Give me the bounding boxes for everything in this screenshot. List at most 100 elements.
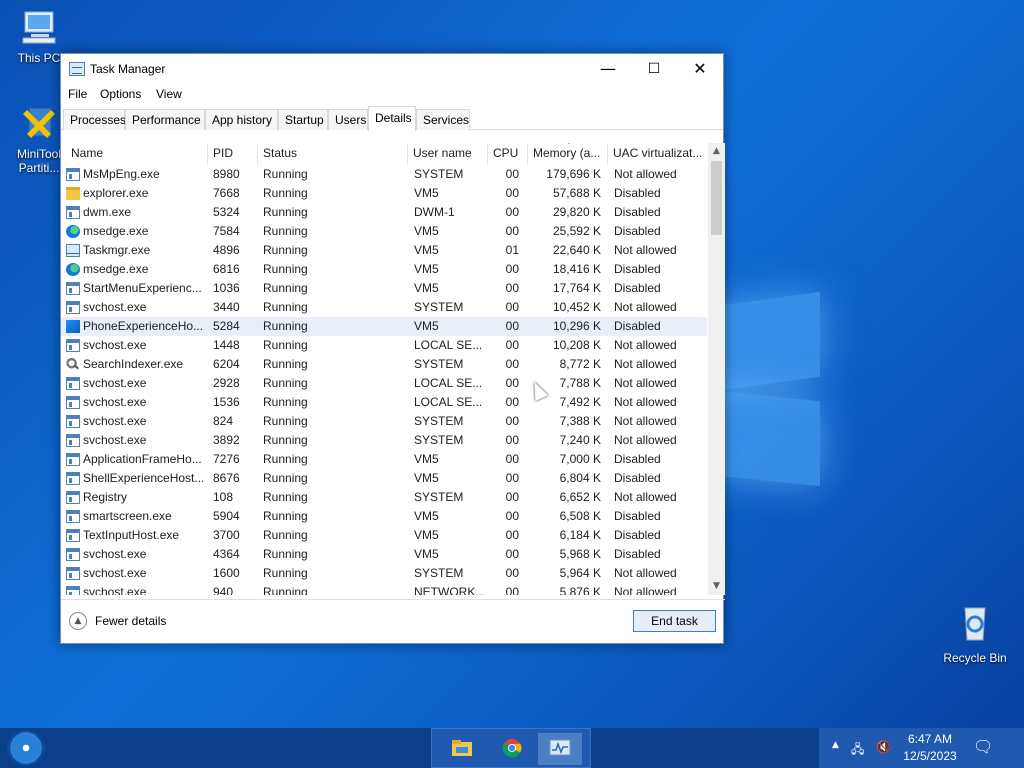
minimize-button[interactable]: — <box>585 54 631 84</box>
table-row[interactable]: svchost.exe 940 Running NETWORK... 00 5,876 K… <box>61 583 707 595</box>
process-pid: 6816 <box>213 262 240 276</box>
process-status: Running <box>263 528 308 542</box>
process-cpu: 00 <box>505 566 519 580</box>
fewer-details-link[interactable]: Fewer details <box>95 614 166 628</box>
table-row[interactable]: TextInputHost.exe 3700 Running VM5 00 6,184 K… <box>61 526 707 545</box>
process-memory: 57,688 K <box>552 186 601 200</box>
table-row[interactable]: StartMenuExperienc... 1036 Running VM5 00 17,… <box>61 279 707 298</box>
chevron-up-icon[interactable]: ▲ <box>69 612 87 630</box>
tab-app-history[interactable]: App history <box>205 109 278 130</box>
table-row[interactable]: ShellExperienceHost... 8676 Running VM5 00 6,… <box>61 469 707 488</box>
scroll-up-icon[interactable]: ▲ <box>708 143 725 160</box>
close-button[interactable]: ✕ <box>677 54 723 84</box>
column-header-name[interactable]: Name <box>66 143 208 165</box>
table-row[interactable]: Registry 108 Running SYSTEM 00 6,652 K Not all… <box>61 488 707 507</box>
app-icon <box>66 567 80 580</box>
menu-view[interactable]: View <box>156 87 182 101</box>
table-row[interactable]: svchost.exe 1600 Running SYSTEM 00 5,964 K Not… <box>61 564 707 583</box>
app-icon <box>66 472 80 485</box>
show-hidden-icons-icon[interactable]: ▲ <box>832 740 839 750</box>
maximize-button[interactable]: ☐ <box>631 54 677 84</box>
taskbar-app-group <box>431 728 591 768</box>
scroll-down-icon[interactable]: ▼ <box>708 578 725 595</box>
process-cpu: 00 <box>505 224 519 238</box>
table-row[interactable]: svchost.exe 4364 Running VM5 00 5,968 K Disabl… <box>61 545 707 564</box>
table-row[interactable]: svchost.exe 1448 Running LOCAL SE... 00 10,20… <box>61 336 707 355</box>
process-user: VM5 <box>414 224 439 238</box>
computer-icon <box>22 11 56 44</box>
desktop-icon-recycle-bin[interactable]: Recycle Bin <box>940 602 1010 665</box>
table-row[interactable]: svchost.exe 3892 Running SYSTEM 00 7,240 K Not… <box>61 431 707 450</box>
table-row[interactable]: svchost.exe 824 Running SYSTEM 00 7,388 K Not … <box>61 412 707 431</box>
app-icon <box>66 339 80 352</box>
network-icon[interactable]: 🖧 <box>851 740 864 761</box>
table-row[interactable]: dwm.exe 5324 Running DWM-1 00 29,820 K Disable… <box>61 203 707 222</box>
process-memory: 179,696 K <box>546 167 601 181</box>
taskbar-task-manager[interactable] <box>538 733 582 765</box>
process-pid: 7584 <box>213 224 240 238</box>
taskbar-file-explorer[interactable] <box>440 733 484 765</box>
app-icon <box>66 510 80 523</box>
process-cpu: 00 <box>505 585 519 595</box>
process-name: Registry <box>83 490 128 504</box>
tab-processes[interactable]: Processes <box>63 109 126 130</box>
table-row[interactable]: msedge.exe 6816 Running VM5 00 18,416 K Disabl… <box>61 260 707 279</box>
tab-strip: Processes Performance App history Startu… <box>61 106 723 131</box>
process-status: Running <box>263 319 308 333</box>
vertical-scrollbar[interactable]: ▲ ▼ <box>708 143 725 595</box>
process-uac: Disabled <box>614 224 661 238</box>
table-row[interactable]: ApplicationFrameHo... 7276 Running VM5 00 7,0… <box>61 450 707 469</box>
column-header-user-name[interactable]: User name <box>408 143 488 165</box>
process-memory: 6,508 K <box>559 509 601 523</box>
process-name: PhoneExperienceHo... <box>83 319 203 333</box>
column-header-memory[interactable]: Memory (a... <box>528 143 608 165</box>
process-user: SYSTEM <box>414 433 464 447</box>
tab-users[interactable]: Users <box>328 109 368 130</box>
tab-services[interactable]: Services <box>416 109 470 130</box>
table-row[interactable]: svchost.exe 1536 Running LOCAL SE... 00 7,492… <box>61 393 707 412</box>
scrollbar-thumb[interactable] <box>711 161 722 235</box>
process-cpu: 00 <box>505 490 519 504</box>
tab-performance[interactable]: Performance <box>125 109 205 130</box>
footer-bar: ▲ Fewer details End task <box>61 599 725 644</box>
tab-details[interactable]: Details <box>368 106 416 131</box>
table-row[interactable]: explorer.exe 7668 Running VM5 00 57,688 K Disa… <box>61 184 707 203</box>
menu-options[interactable]: Options <box>100 87 141 101</box>
taskbar-chrome[interactable] <box>490 733 534 765</box>
process-uac: Not allowed <box>614 300 677 314</box>
process-memory: 8,772 K <box>559 357 601 371</box>
process-name: svchost.exe <box>83 433 147 447</box>
column-header-cpu[interactable]: CPU <box>488 143 528 165</box>
process-pid: 3700 <box>213 528 240 542</box>
process-memory: 6,804 K <box>559 471 601 485</box>
process-list: MsMpEng.exe 8980 Running SYSTEM 00 179,696 K N… <box>61 165 707 595</box>
table-row[interactable]: svchost.exe 3440 Running SYSTEM 00 10,452 K No… <box>61 298 707 317</box>
menu-file[interactable]: File <box>68 87 87 101</box>
process-uac: Not allowed <box>614 357 677 371</box>
tray-time[interactable]: 6:47 AM <box>906 732 954 746</box>
column-header-uac-virtualization[interactable]: UAC virtualizat... <box>608 143 707 165</box>
process-uac: Disabled <box>614 509 661 523</box>
tray-date[interactable]: 12/5/2023 <box>899 749 961 763</box>
table-row[interactable]: smartscreen.exe 5904 Running VM5 00 6,508 K Di… <box>61 507 707 526</box>
process-pid: 1536 <box>213 395 240 409</box>
table-row[interactable]: msedge.exe 7584 Running VM5 00 25,592 K Disabl… <box>61 222 707 241</box>
tab-startup[interactable]: Startup <box>278 109 328 130</box>
table-row[interactable]: SearchIndexer.exe 6204 Running SYSTEM 00 8,77… <box>61 355 707 374</box>
process-name: svchost.exe <box>83 414 147 428</box>
process-pid: 8676 <box>213 471 240 485</box>
column-header-status[interactable]: Status <box>258 143 408 165</box>
start-button[interactable] <box>7 730 45 766</box>
table-row[interactable]: svchost.exe 2928 Running LOCAL SE... 00 7,788… <box>61 374 707 393</box>
column-header-pid[interactable]: PID <box>208 143 258 165</box>
table-row[interactable]: MsMpEng.exe 8980 Running SYSTEM 00 179,696 K N… <box>61 165 707 184</box>
table-row[interactable]: Taskmgr.exe 4896 Running VM5 01 22,640 K Not a… <box>61 241 707 260</box>
notifications-icon[interactable]: 🗨 <box>973 737 993 756</box>
process-status: Running <box>263 566 308 580</box>
details-table: ⌄ Name PID Status User name CPU Memory (… <box>61 143 725 595</box>
table-row[interactable]: PhoneExperienceHo... 5284 Running VM5 00 10,2… <box>61 317 707 336</box>
title-bar[interactable]: Task Manager — ☐ ✕ <box>61 54 723 84</box>
volume-muted-icon[interactable]: 🔇 <box>876 740 891 754</box>
app-icon <box>66 586 80 595</box>
end-task-button[interactable]: End task <box>633 610 716 632</box>
